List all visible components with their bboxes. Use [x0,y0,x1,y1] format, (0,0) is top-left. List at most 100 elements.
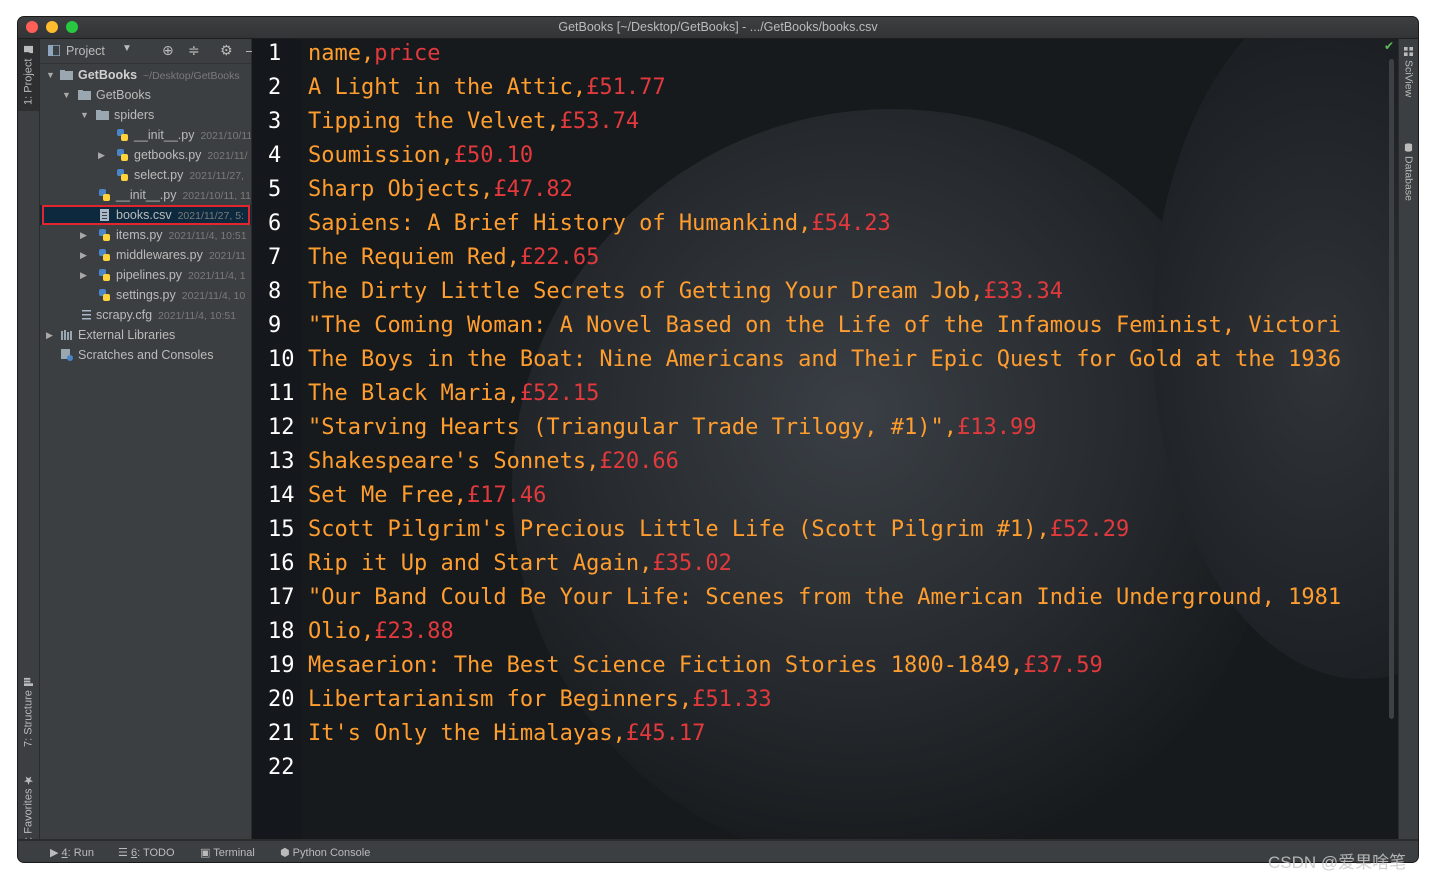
run-tool-button[interactable]: ▶ 4: Run [50,846,94,859]
code-line[interactable]: 6 Sapiens: A Brief History of Humankind,£… [252,211,1398,245]
python-file-icon [117,169,128,181]
csv-price: £17.46 [466,483,547,508]
line-number: 18 [268,619,295,644]
project-view-dropdown[interactable]: Project [66,44,105,58]
code-line[interactable]: 19 Mesaerion: The Best Science Fiction St… [252,653,1398,687]
tree-row-middlewares-py[interactable]: ▶ middlewares.py 2021/11 [40,245,251,265]
locate-file-icon[interactable]: ⊕ [162,42,174,59]
tree-row-package-init[interactable]: __init__.py 2021/10/11, 11: [40,185,251,205]
tree-item-meta: 2021/10/11, [200,130,251,142]
line-content: Sharp Objects,£47.82 [308,177,573,202]
expanded-arrow-icon[interactable]: ▼ [46,65,55,85]
code-line[interactable]: 13 Shakespeare's Sonnets,£20.66 [252,449,1398,483]
line-content: Scott Pilgrim's Precious Little Life (Sc… [308,517,1129,542]
python-console-icon: ⬢ [280,847,290,859]
run-label: : Run [67,847,94,859]
tab-project[interactable]: 1: Project [18,39,39,111]
line-content: It's Only the Himalayas,£45.17 [308,721,705,746]
collapsed-arrow-icon[interactable]: ▶ [46,325,53,345]
line-number: 3 [268,109,282,134]
todo-tool-button[interactable]: ☰ 6: TODO [118,846,175,859]
terminal-tool-button[interactable]: ▣ Terminal [200,846,255,859]
csv-text: Tipping the Velvet, [308,109,560,134]
code-line[interactable]: 21 It's Only the Himalayas,£45.17 [252,721,1398,755]
csv-text: Set Me Free, [308,483,467,508]
csv-text: name, [308,41,375,66]
tree-row-root[interactable]: ▼ GetBooks ~/Desktop/GetBooks [40,65,251,85]
tree-item-label: __init__.py [134,128,195,142]
code-editor[interactable]: 1 name,price 2 A Light in the Attic,£51.77 3… [252,39,1398,839]
chevron-down-icon[interactable]: ▼ [122,43,132,54]
code-line[interactable]: 22 [252,755,1398,789]
line-number: 17 [268,585,295,610]
collapsed-arrow-icon[interactable]: ▶ [98,145,105,165]
collapsed-arrow-icon[interactable]: ▶ [80,265,87,285]
collapsed-arrow-icon[interactable]: ▶ [80,225,87,245]
csv-text: The Black Maria, [308,381,520,406]
tree-row-pipelines-py[interactable]: ▶ pipelines.py 2021/11/4, 1 [40,265,251,285]
config-file-icon [82,310,91,320]
line-content: Sapiens: A Brief History of Humankind,£5… [308,211,891,236]
editor-vertical-scrollbar[interactable] [1389,59,1394,719]
tree-row-spiders[interactable]: ▼ spiders [40,105,251,125]
tree-row-scratches[interactable]: Scratches and Consoles [40,345,251,365]
tree-row-items-py[interactable]: ▶ items.py 2021/11/4, 10:51 [40,225,251,245]
code-line[interactable]: 2 A Light in the Attic,£51.77 [252,75,1398,109]
expanded-arrow-icon[interactable]: ▼ [80,105,89,125]
code-line[interactable]: 10 The Boys in the Boat: Nine Americans a… [252,347,1398,381]
csv-text: "Our Band Could Be Your Life: Scenes fro… [308,585,1342,610]
scratches-icon [61,349,73,361]
code-line[interactable]: 4 Soumission,£50.10 [252,143,1398,177]
tree-row-settings-py[interactable]: settings.py 2021/11/4, 10 [40,285,251,305]
expanded-arrow-icon[interactable]: ▼ [62,85,71,105]
csv-text: The Requiem Red, [308,245,520,270]
play-icon: ▶ [50,847,59,859]
code-line[interactable]: 9 "The Coming Woman: A Novel Based on the… [252,313,1398,347]
collapse-all-icon[interactable]: ≑ [188,42,200,59]
code-line[interactable]: 17 "Our Band Could Be Your Life: Scenes f… [252,585,1398,619]
code-line[interactable]: 3 Tipping the Velvet,£53.74 [252,109,1398,143]
csv-text: "The Coming Woman: A Novel Based on the … [308,313,1342,338]
tree-row-package[interactable]: ▼ GetBooks [40,85,251,105]
line-number: 21 [268,721,295,746]
gear-icon[interactable]: ⚙ [220,42,233,59]
line-content: Shakespeare's Sonnets,£20.66 [308,449,679,474]
project-panel: Project ▼ ⊕ ≑ ⚙ — ▼ GetBooks ~/Desktop/Ge… [40,39,260,858]
code-line[interactable]: 16 Rip it Up and Start Again,£35.02 [252,551,1398,585]
code-line[interactable]: 5 Sharp Objects,£47.82 [252,177,1398,211]
tree-row-select-py[interactable]: select.py 2021/11/27, [40,165,251,185]
code-line[interactable]: 11 The Black Maria,£52.15 [252,381,1398,415]
tree-row-scrapy-cfg[interactable]: scrapy.cfg 2021/11/4, 10:51 [40,305,251,325]
csv-text: Mesaerion: The Best Science Fiction Stor… [308,653,1024,678]
code-line[interactable]: 8 The Dirty Little Secrets of Getting You… [252,279,1398,313]
csv-price: price [374,41,441,66]
tab-structure[interactable]: 7: Structure [18,669,39,755]
python-console-tool-button[interactable]: ⬢ Python Console [280,846,370,859]
tree-item-label: items.py [116,228,163,242]
line-number: 6 [268,211,282,236]
line-content: Mesaerion: The Best Science Fiction Stor… [308,653,1103,678]
code-line[interactable]: 15 Scott Pilgrim's Precious Little Life (… [252,517,1398,551]
line-content: The Boys in the Boat: Nine Americans and… [308,347,1341,372]
code-line[interactable]: 1 name,price [252,41,1398,75]
tree-row-external-libraries[interactable]: ▶ External Libraries [40,325,251,345]
line-number: 1 [268,41,282,66]
tree-item-label: pipelines.py [116,268,183,282]
code-line[interactable]: 14 Set Me Free,£17.46 [252,483,1398,517]
csv-price: £52.15 [519,381,600,406]
tree-item-meta: 2021/11/27, [189,170,245,182]
collapsed-arrow-icon[interactable]: ▶ [80,245,87,265]
tab-sciview[interactable]: SciView [1399,47,1418,127]
code-line[interactable]: 20 Libertarianism for Beginners,£51.33 [252,687,1398,721]
csv-price: £20.66 [599,449,679,474]
line-number: 15 [268,517,295,542]
ide-window: GetBooks [~/Desktop/GetBooks] - .../GetB… [18,17,1418,862]
csv-text: It's Only the Himalayas, [308,721,626,746]
sciview-icon [1404,47,1413,56]
tab-database[interactable]: Database [1399,143,1418,223]
code-line[interactable]: 7 The Requiem Red,£22.65 [252,245,1398,279]
tree-row-getbooks-py[interactable]: ▶ getbooks.py 2021/11/ [40,145,251,165]
tree-row-spiders-init[interactable]: __init__.py 2021/10/11, [40,125,251,145]
code-line[interactable]: 12 "Starving Hearts (Triangular Trade Tri… [252,415,1398,449]
code-line[interactable]: 18 Olio,£23.88 [252,619,1398,653]
